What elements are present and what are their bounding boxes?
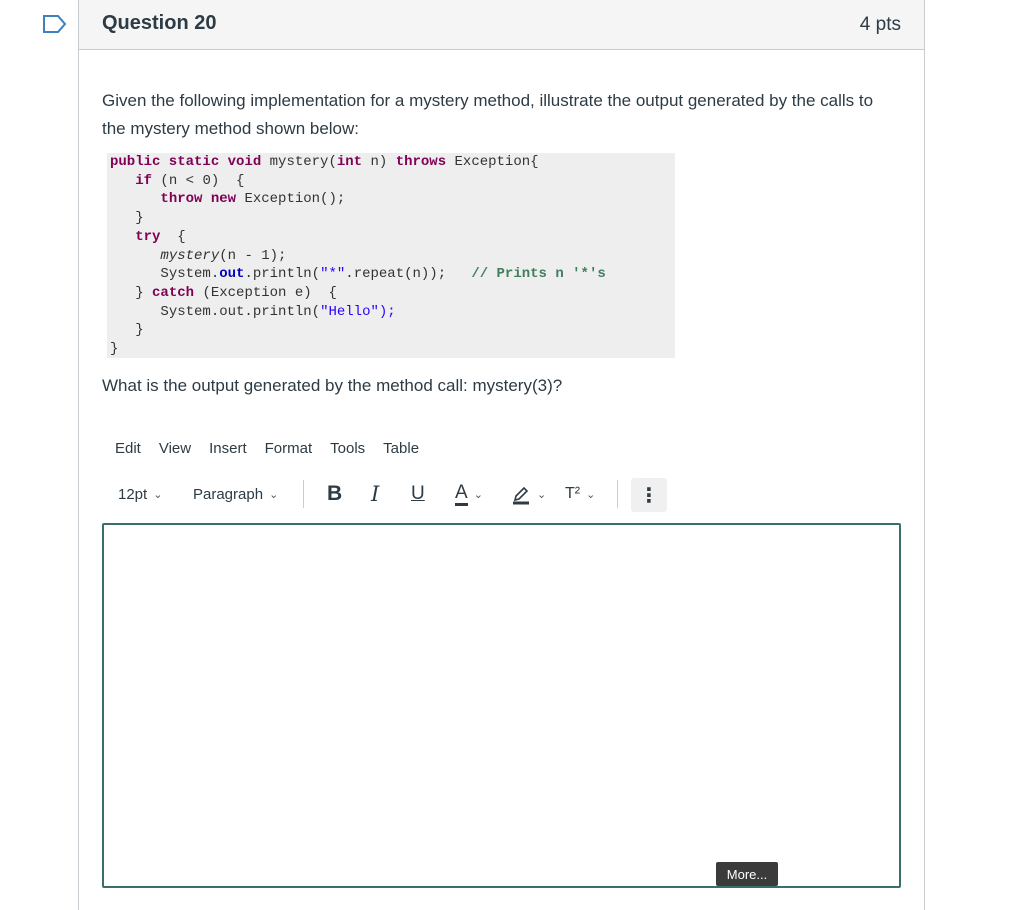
chevron-down-icon: ⌄ bbox=[537, 488, 547, 501]
menu-view[interactable]: View bbox=[159, 440, 191, 462]
superscript-icon: T² bbox=[565, 485, 581, 502]
code-token: n) bbox=[362, 154, 396, 170]
call-question: What is the output generated by the meth… bbox=[102, 376, 563, 395]
code-token: out bbox=[219, 266, 245, 283]
code-token: throw new bbox=[160, 191, 237, 208]
code-token: System. bbox=[160, 266, 220, 283]
code-token: .repeat(n)); bbox=[345, 266, 472, 283]
code-token: (n - 1); bbox=[219, 247, 287, 264]
code-token: try bbox=[135, 228, 161, 245]
editor-menubar: Edit View Insert Format Tools Table bbox=[115, 440, 437, 462]
code-token: mystery bbox=[160, 247, 220, 264]
font-size-select[interactable]: 12pt ⌄ bbox=[118, 476, 162, 512]
menu-insert[interactable]: Insert bbox=[209, 440, 247, 462]
text-color-button[interactable]: A ⌄ bbox=[455, 476, 483, 512]
code-token: (Exception e) { bbox=[194, 284, 337, 301]
chevron-down-icon: ⌄ bbox=[153, 488, 163, 501]
question-points: 4 pts bbox=[859, 14, 901, 35]
code-token: if bbox=[135, 172, 153, 189]
menu-tools[interactable]: Tools bbox=[330, 440, 365, 462]
code-token: throws bbox=[395, 154, 447, 170]
code-token: } bbox=[135, 322, 144, 339]
code-token: System.out.println( bbox=[160, 303, 321, 320]
more-toolbar-icon[interactable]: ⋮ bbox=[631, 478, 667, 512]
code-token: } bbox=[135, 210, 144, 227]
toolbar-divider bbox=[303, 480, 304, 508]
highlight-color-button[interactable]: ⌄ bbox=[511, 476, 546, 512]
code-token: "*" bbox=[320, 266, 346, 283]
code-comment: // Prints n '*'s bbox=[471, 266, 606, 283]
block-format-value: Paragraph bbox=[193, 485, 264, 503]
code-token: .println( bbox=[244, 266, 321, 283]
code-token: mystery( bbox=[261, 154, 337, 170]
block-format-select[interactable]: Paragraph ⌄ bbox=[193, 476, 278, 512]
chevron-down-icon: ⌄ bbox=[269, 488, 279, 501]
chevron-down-icon: ⌄ bbox=[586, 488, 596, 501]
code-token: catch bbox=[152, 284, 195, 301]
chevron-down-icon: ⌄ bbox=[473, 488, 483, 501]
menu-table[interactable]: Table bbox=[383, 440, 419, 462]
code-token: { bbox=[160, 228, 186, 245]
code-block: public static void mystery(int n) throws… bbox=[107, 153, 675, 358]
code-token: } bbox=[110, 341, 119, 358]
highlighter-icon bbox=[513, 486, 529, 505]
question-header: Question 20 4 pts bbox=[79, 0, 924, 50]
question-prompt: Given the following implementation for a… bbox=[102, 91, 874, 138]
code-token: Exception(); bbox=[236, 191, 346, 208]
code-token: "Hello"); bbox=[320, 303, 396, 320]
question-card: Question 20 4 pts Given the following im… bbox=[78, 0, 925, 910]
code-token: } bbox=[135, 284, 153, 301]
bold-button[interactable]: B bbox=[327, 476, 342, 512]
italic-button[interactable]: I bbox=[371, 476, 379, 512]
rich-text-editor[interactable] bbox=[102, 523, 901, 888]
underline-button[interactable]: U bbox=[411, 476, 425, 512]
editor-toolbar: 12pt ⌄ Paragraph ⌄ B I U A ⌄ ⌄ T² ⌄ ⋮ bbox=[115, 476, 675, 512]
code-token: (n < 0) { bbox=[152, 172, 245, 189]
flag-question-icon[interactable] bbox=[42, 14, 68, 34]
font-size-value: 12pt bbox=[118, 485, 148, 503]
code-token: int bbox=[336, 154, 363, 170]
menu-edit[interactable]: Edit bbox=[115, 440, 141, 462]
toolbar-divider bbox=[617, 480, 618, 508]
text-color-icon: A bbox=[455, 482, 468, 506]
code-token: Exception{ bbox=[446, 154, 539, 170]
more-button[interactable]: More... bbox=[716, 862, 778, 886]
superscript-button[interactable]: T² ⌄ bbox=[565, 476, 595, 512]
code-token: public static void bbox=[110, 154, 262, 170]
question-title: Question 20 bbox=[102, 12, 217, 34]
menu-format[interactable]: Format bbox=[265, 440, 313, 462]
